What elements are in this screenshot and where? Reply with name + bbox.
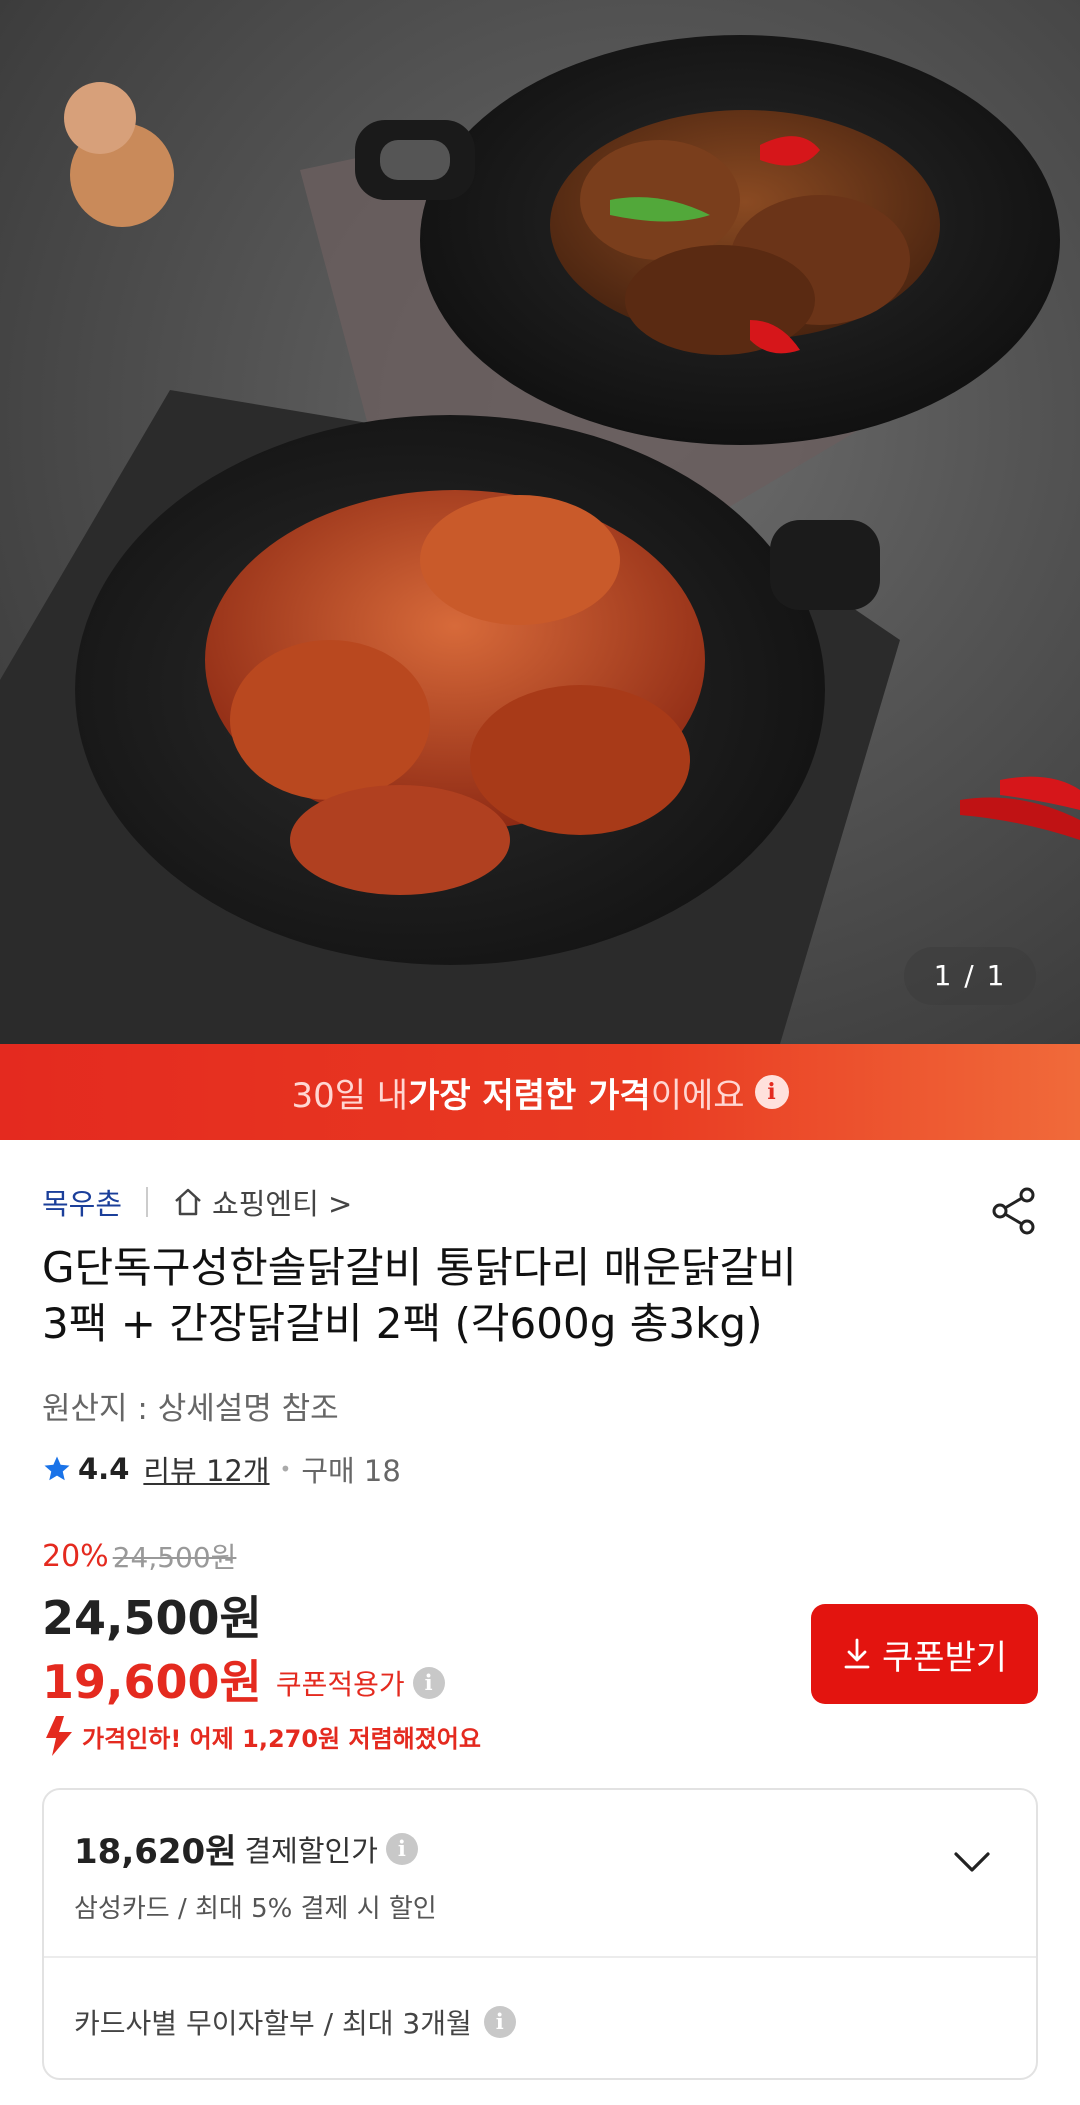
store-link[interactable]: 쇼핑엔티 > xyxy=(172,1181,352,1223)
payment-discount-header[interactable]: 18,620원 결제할인가 i xyxy=(74,1824,418,1873)
coupon-price: 19,600원 xyxy=(42,1655,262,1709)
payment-discount-price: 18,620원 xyxy=(74,1832,237,1872)
share-button[interactable] xyxy=(990,1186,1038,1236)
origin-info: 원산지 : 상세설명 참조 xyxy=(42,1391,339,1427)
sale-price: 24,500원 xyxy=(42,1591,262,1645)
dot-separator: • xyxy=(279,1457,292,1481)
expand-button[interactable] xyxy=(950,1840,994,1884)
lowest-price-banner[interactable]: 30일 내 가장 저렴한 가격 이에요 i xyxy=(0,1044,1080,1140)
star-icon xyxy=(44,1456,70,1481)
payment-discount-card: 18,620원 결제할인가 i 삼성카드 / 최대 5% 결제 시 할인 카드사… xyxy=(42,1788,1038,2080)
discount-percent: 20% xyxy=(42,1538,109,1574)
download-icon xyxy=(844,1638,870,1669)
store-link-label: 쇼핑엔티 > xyxy=(212,1187,353,1221)
info-icon[interactable]: i xyxy=(385,1832,418,1865)
payment-discount-detail: 삼성카드 / 최대 5% 결제 시 할인 xyxy=(74,1894,437,1924)
review-link[interactable]: 리뷰 12개 xyxy=(143,1448,269,1490)
seller-divider xyxy=(146,1187,149,1217)
product-title-line2: 3팩 + 간장닭갈비 2팩 (각600g 총3kg) xyxy=(42,1299,763,1348)
purchase-count: 구매 18 xyxy=(301,1454,401,1488)
card-divider xyxy=(44,1956,1036,1958)
coupon-price-row: 19,600원 쿠폰적용가 i xyxy=(42,1646,445,1712)
info-icon[interactable]: i xyxy=(483,2006,516,2038)
rating-row: 4.4 리뷰 12개 • 구매 18 xyxy=(42,1448,401,1490)
banner-text-before: 30일 내 xyxy=(291,1075,409,1116)
seller-name[interactable]: 목우촌 xyxy=(42,1181,122,1223)
payment-discount-label: 결제할인가 xyxy=(244,1833,378,1868)
get-coupon-button[interactable]: 쿠폰받기 xyxy=(811,1604,1038,1704)
image-page-indicator: 1 / 1 xyxy=(904,947,1036,1005)
chevron-down-icon xyxy=(954,1852,990,1872)
product-title: G단독구성한솔닭갈비 통닭다리 매운닭갈비 3팩 + 간장닭갈비 2팩 (각60… xyxy=(42,1240,1042,1352)
banner-text-bold: 가장 저렴한 가격 xyxy=(408,1075,651,1116)
discount-row: 20% 24,500원 xyxy=(42,1536,236,1576)
product-image[interactable]: 1 / 1 xyxy=(0,0,1080,1044)
original-price: 24,500원 xyxy=(112,1541,237,1574)
seller-row: 목우촌 쇼핑엔티 > xyxy=(42,1180,352,1224)
share-icon xyxy=(992,1187,1035,1235)
down-arrow-icon xyxy=(46,1716,72,1756)
installment-row: 카드사별 무이자할부 / 최대 3개월 i xyxy=(74,2002,516,2042)
product-title-line1: G단독구성한솔닭갈비 통닭다리 매운닭갈비 xyxy=(42,1243,797,1292)
price-drop-notice: 가격인하! 어제 1,270원 저렴해졌어요 xyxy=(42,1714,481,1758)
home-icon xyxy=(175,1188,201,1216)
product-photo xyxy=(0,35,1080,1044)
price-drop-text: 가격인하! 어제 1,270원 저렴해졌어요 xyxy=(82,1724,481,1753)
banner-text-after: 이에요 xyxy=(650,1075,745,1116)
get-coupon-label: 쿠폰받기 xyxy=(881,1637,1008,1678)
coupon-price-label: 쿠폰적용가 xyxy=(275,1668,405,1701)
info-icon[interactable]: i xyxy=(754,1075,789,1109)
installment-text: 카드사별 무이자할부 / 최대 3개월 xyxy=(74,2007,472,2040)
rating-score: 4.4 xyxy=(78,1452,130,1486)
info-icon[interactable]: i xyxy=(412,1667,445,1699)
